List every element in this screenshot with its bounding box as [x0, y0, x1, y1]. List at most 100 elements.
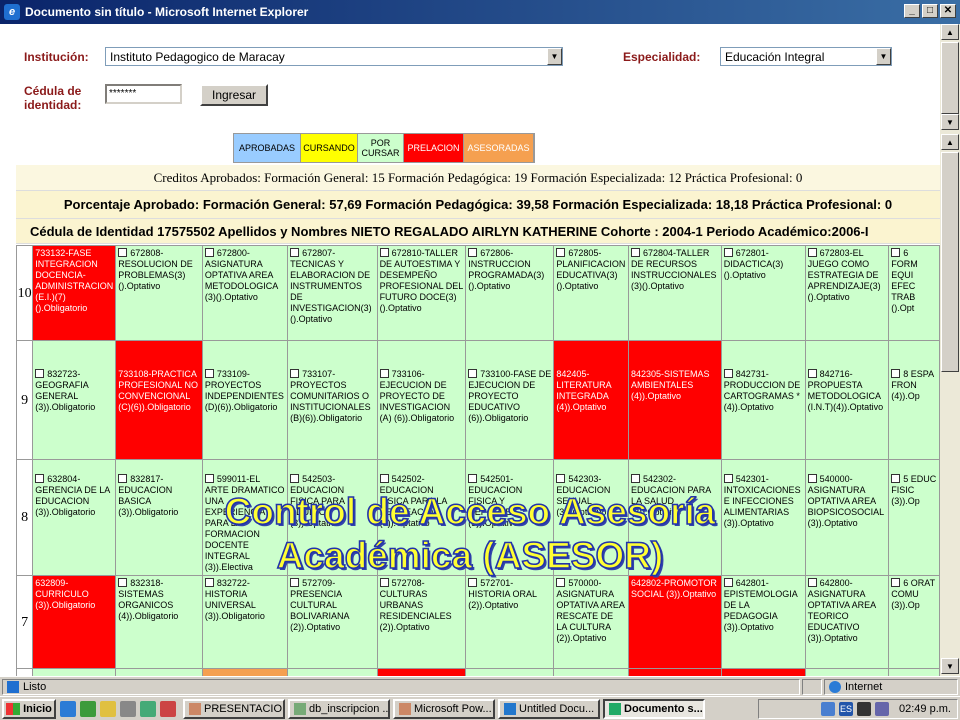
subject-checkbox[interactable]: [290, 248, 300, 257]
subject-cell[interactable]: 642802-PROMOTOR SOCIAL (3)).Optativo: [627, 575, 722, 669]
subject-checkbox[interactable]: [723, 474, 733, 483]
subject-cell[interactable]: 542503-EDUCACION FISICA PARA ADULTOS (3)…: [287, 459, 378, 576]
subject-cell[interactable]: 672800-ASIGNATURA OPTATIVA AREA METODOLO…: [201, 245, 289, 341]
media-quicklaunch-icon[interactable]: [120, 700, 136, 717]
subject-cell[interactable]: 672804-TALLER DE RECURSOS INSTRUCCIONALE…: [627, 245, 722, 341]
chevron-down-icon[interactable]: ▼: [547, 48, 562, 65]
subject-checkbox[interactable]: [630, 474, 640, 483]
subject-cell[interactable]: 540000-ASIGNATURA OPTATIVA AREA BIOPSICO…: [804, 459, 890, 576]
subject-cell[interactable]: 672805-PLANIFICACION EDUCATIVA(3) ().Opt…: [553, 245, 629, 341]
subject-cell[interactable]: 542302-EDUCACION PARA LA SALUD (3)).Opta…: [627, 459, 722, 576]
desktop-quicklaunch-icon[interactable]: [100, 700, 116, 717]
subject-cell[interactable]: 542301-INTOXICACIONES E INFECCIONES ALIM…: [720, 459, 806, 576]
subject-cell[interactable]: [720, 668, 806, 676]
subject-checkbox[interactable]: [290, 474, 300, 483]
close-button[interactable]: ✕: [940, 4, 956, 18]
subject-cell[interactable]: 599011-EL ARTE DRAMATICO UNA EXPERIENCIA…: [201, 459, 289, 576]
subject-checkbox[interactable]: [556, 474, 566, 483]
chevron-down-icon[interactable]: ▼: [876, 48, 891, 65]
subject-cell[interactable]: 832722-HISTORIA UNIVERSAL (3)).Obligator…: [201, 575, 289, 669]
cedula-input[interactable]: *******: [105, 84, 182, 104]
scroll-thumb[interactable]: [941, 152, 959, 372]
subject-cell[interactable]: 832723-GEOGRAFIA GENERAL (3)).Obligatori…: [32, 340, 117, 460]
subject-cell[interactable]: 8 ESPA FRON (4)).Op: [888, 340, 940, 460]
subject-cell[interactable]: 642801-EPISTEMOLOGIA DE LA PEDAGOGIA (3)…: [720, 575, 806, 669]
language-indicator[interactable]: ES: [839, 702, 854, 716]
start-button[interactable]: Inicio: [2, 698, 56, 719]
subject-cell[interactable]: 6 FORM EQUI EFEC TRAB ().Opt: [888, 245, 940, 341]
subject-checkbox[interactable]: [379, 369, 389, 378]
subject-cell[interactable]: [115, 668, 203, 676]
subject-checkbox[interactable]: [468, 369, 478, 378]
subject-checkbox[interactable]: [290, 578, 300, 587]
taskbar-button[interactable]: Documento s...: [603, 698, 705, 719]
subject-checkbox[interactable]: [35, 369, 45, 378]
subject-cell[interactable]: 572701-HISTORIA ORAL (2)).Optativo: [465, 575, 555, 669]
subject-checkbox[interactable]: [630, 248, 640, 257]
taskbar-button[interactable]: Untitled Docu...: [498, 698, 600, 719]
vertical-scrollbar[interactable]: ▲ ▼ ▲ ▼: [940, 24, 960, 676]
app2-quicklaunch-icon[interactable]: [160, 700, 176, 717]
ie-quicklaunch-icon[interactable]: [60, 700, 76, 717]
subject-cell[interactable]: [32, 668, 117, 676]
subject-checkbox[interactable]: [379, 474, 389, 483]
tray-app-icon[interactable]: [875, 702, 890, 716]
subject-checkbox[interactable]: [556, 248, 566, 257]
subject-checkbox[interactable]: [723, 578, 733, 587]
app-quicklaunch-icon[interactable]: [140, 700, 156, 717]
subject-checkbox[interactable]: [204, 248, 214, 257]
subject-cell[interactable]: [888, 668, 940, 676]
subject-cell[interactable]: 832817-EDUCACION BASICA (3)).Obligatorio: [115, 459, 203, 576]
subject-checkbox[interactable]: [118, 578, 128, 587]
subject-checkbox[interactable]: [891, 578, 901, 587]
subject-cell[interactable]: [465, 668, 555, 676]
subject-checkbox[interactable]: [118, 248, 128, 257]
subject-cell[interactable]: 672810-TALLER DE AUTOESTIMA Y DESEMPEÑO …: [376, 245, 467, 341]
subject-checkbox[interactable]: [891, 369, 901, 378]
subject-checkbox[interactable]: [118, 474, 128, 483]
subject-checkbox[interactable]: [807, 474, 817, 483]
subject-checkbox[interactable]: [891, 474, 901, 483]
subject-checkbox[interactable]: [204, 369, 214, 378]
subject-checkbox[interactable]: [35, 474, 45, 483]
outlook-quicklaunch-icon[interactable]: [80, 700, 96, 717]
subject-cell[interactable]: [627, 668, 722, 676]
volume-icon[interactable]: [857, 702, 872, 716]
subject-cell[interactable]: 672803-EL JUEGO COMO ESTRATEGIA DE APREN…: [804, 245, 890, 341]
subject-cell[interactable]: 672801-DIDACTICA(3) ().Optativo: [720, 245, 806, 341]
subject-cell[interactable]: 733100-FASE DE EJECUCION DE PROYECTO EDU…: [465, 340, 555, 460]
subject-checkbox[interactable]: [807, 578, 817, 587]
subject-cell[interactable]: 570000-ASIGNATURA OPTATIVA AREA RESCATE …: [553, 575, 629, 669]
subject-checkbox[interactable]: [807, 369, 817, 378]
taskbar-button[interactable]: Microsoft Pow...: [393, 698, 495, 719]
scroll-down-icon[interactable]: ▼: [941, 658, 959, 674]
subject-cell[interactable]: 632809-CURRICULO (3)).Obligatorio: [32, 575, 117, 669]
subject-checkbox[interactable]: [379, 248, 389, 257]
institucion-select[interactable]: Instituto Pedagogico de Maracay ▼: [105, 47, 563, 66]
subject-cell[interactable]: 733132-FASE INTEGRACION DOCENCIA-ADMINIS…: [32, 245, 117, 341]
subject-cell[interactable]: [287, 668, 378, 676]
subject-cell[interactable]: 542502-EDUCACION FISICA PARA LA RECREACI…: [376, 459, 467, 576]
scroll-down-icon[interactable]: ▼: [941, 114, 959, 130]
subject-checkbox[interactable]: [723, 248, 733, 257]
especialidad-select[interactable]: Educación Integral ▼: [720, 47, 892, 66]
minimize-button[interactable]: _: [904, 4, 920, 18]
subject-cell[interactable]: 572708-CULTURAS URBANAS RESIDENCIALES (2…: [376, 575, 467, 669]
subject-cell[interactable]: 733109-PROYECTOS INDEPENDIENTES (D)(6)).…: [201, 340, 289, 460]
subject-cell[interactable]: 672807-TECNICAS Y ELABORACION DE INSTRUM…: [287, 245, 378, 341]
subject-checkbox[interactable]: [468, 248, 478, 257]
subject-cell[interactable]: 542501-EDUCACION FISICA Y DEPORTES (3)).…: [465, 459, 555, 576]
subject-cell[interactable]: 632804-GERENCIA DE LA EDUCACION (3)).Obl…: [32, 459, 117, 576]
scroll-thumb[interactable]: [941, 42, 959, 114]
subject-cell[interactable]: 672808-RESOLUCION DE PROBLEMAS(3) ().Opt…: [115, 245, 203, 341]
subject-checkbox[interactable]: [379, 578, 389, 587]
subject-checkbox[interactable]: [290, 369, 300, 378]
maximize-button[interactable]: □: [922, 4, 938, 18]
subject-cell[interactable]: 542303-EDUCACION SEXUAL (3)).Optativo: [553, 459, 629, 576]
subject-cell[interactable]: [553, 668, 629, 676]
subject-checkbox[interactable]: [556, 578, 566, 587]
subject-cell[interactable]: 842305-SISTEMAS AMBIENTALES (4)).Optativ…: [627, 340, 722, 460]
network-icon[interactable]: [821, 702, 836, 716]
subject-cell[interactable]: 733106-EJECUCION DE PROYECTO DE INVESTIG…: [376, 340, 467, 460]
subject-checkbox[interactable]: [468, 578, 478, 587]
